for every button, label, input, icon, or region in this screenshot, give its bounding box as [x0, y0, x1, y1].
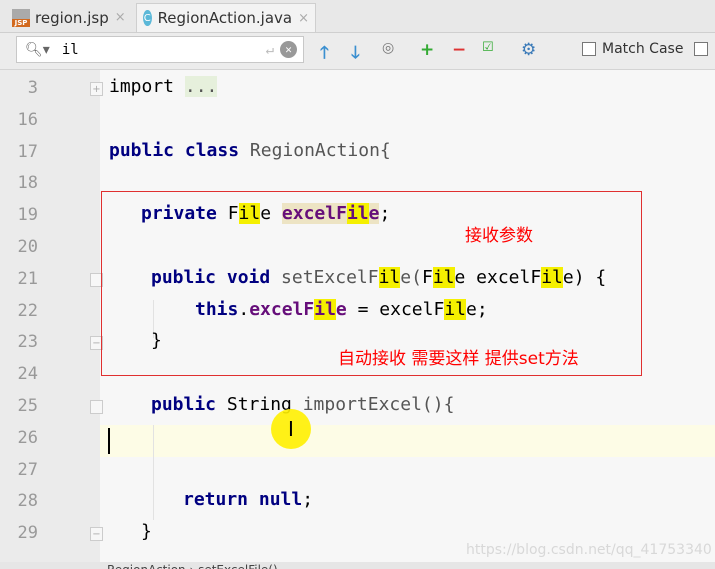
line-number: 3 — [27, 78, 38, 98]
close-icon[interactable]: × — [298, 11, 309, 26]
breadcrumb[interactable]: RegionAction › setExcelFile() — [0, 562, 715, 569]
line-number: 19 — [17, 205, 38, 226]
code-line: return null; — [183, 489, 313, 510]
watermark: https://blog.csdn.net/qq_41753340 — [466, 542, 712, 558]
line-number: 21 — [17, 268, 38, 289]
search-icon[interactable]: 🔍︎▾ — [25, 42, 50, 58]
search-input[interactable] — [59, 40, 266, 59]
previous-occurrence-icon[interactable]: 🡑 — [320, 40, 329, 69]
next-occurrence-icon[interactable]: 🡓 — [351, 40, 360, 69]
find-bar: 🔍︎▾ ↵ ✕ 🡑 🡓 ◎ + − ☑ ⚙ Match Case — [0, 33, 715, 70]
code-line: public class RegionAction{ — [109, 140, 391, 161]
line-number: 29 — [17, 523, 38, 544]
java-class-icon: C — [143, 10, 152, 26]
line-number: 24 — [17, 364, 38, 385]
code-token: public class — [109, 139, 250, 161]
code-line: import ... — [109, 76, 218, 97]
code-token: ... — [184, 76, 218, 97]
line-number: 28 — [17, 491, 38, 512]
gear-icon[interactable]: ⚙ — [521, 40, 536, 60]
jsp-file-icon: JSP — [12, 8, 30, 27]
code-token: importExcel(){ — [302, 394, 455, 415]
tab-region-jsp[interactable]: JSP region.jsp × — [6, 3, 132, 32]
tab-label: region.jsp — [35, 8, 109, 27]
fold-marker-icon[interactable]: + — [90, 82, 103, 96]
code-token: RegionAction{ — [249, 139, 391, 161]
line-number: 26 — [17, 427, 38, 448]
add-selection-icon[interactable]: + — [420, 40, 434, 60]
select-all-occurrences-icon[interactable]: ☑ — [482, 40, 494, 55]
fold-marker-icon[interactable] — [90, 400, 103, 414]
line-number: 16 — [17, 109, 38, 130]
tab-regionaction-java[interactable]: C RegionAction.java × — [136, 3, 316, 32]
clear-icon[interactable]: ✕ — [280, 41, 297, 58]
line-number: 18 — [17, 173, 38, 194]
code-line: } — [141, 521, 152, 542]
indent-guide — [153, 425, 154, 520]
words-checkbox[interactable] — [694, 42, 708, 56]
code-token: import — [109, 76, 185, 97]
annotation-receive-params: 接收参数 — [465, 226, 533, 246]
remove-selection-icon[interactable]: − — [452, 40, 466, 60]
find-all-icon[interactable]: ◎ — [382, 40, 394, 56]
close-icon[interactable]: × — [115, 10, 126, 25]
current-line-highlight — [100, 425, 715, 457]
match-case-label: Match Case — [602, 41, 684, 57]
mouse-cursor-icon: I — [271, 409, 311, 449]
annotation-auto-receive: 自动接收 需要这样 提供set方法 — [338, 349, 579, 369]
line-number: 22 — [17, 300, 38, 321]
code-token: return null — [183, 489, 303, 511]
tab-label: RegionAction.java — [157, 9, 293, 27]
line-number: 27 — [17, 459, 38, 480]
line-number: 20 — [17, 237, 38, 257]
line-number: 25 — [17, 396, 38, 416]
fold-marker-icon[interactable]: − — [90, 527, 103, 542]
code-token: ; — [302, 489, 314, 511]
editor-tabs: JSP region.jsp × C RegionAction.java × — [0, 0, 715, 33]
code-token: } — [141, 521, 152, 543]
text-caret — [108, 428, 110, 454]
code-token: public — [151, 394, 227, 415]
enter-icon: ↵ — [265, 41, 274, 58]
search-field[interactable]: 🔍︎▾ ↵ ✕ — [16, 36, 304, 63]
line-number: 23 — [17, 332, 38, 353]
match-case-checkbox[interactable] — [582, 42, 596, 56]
line-number: 17 — [17, 141, 38, 162]
